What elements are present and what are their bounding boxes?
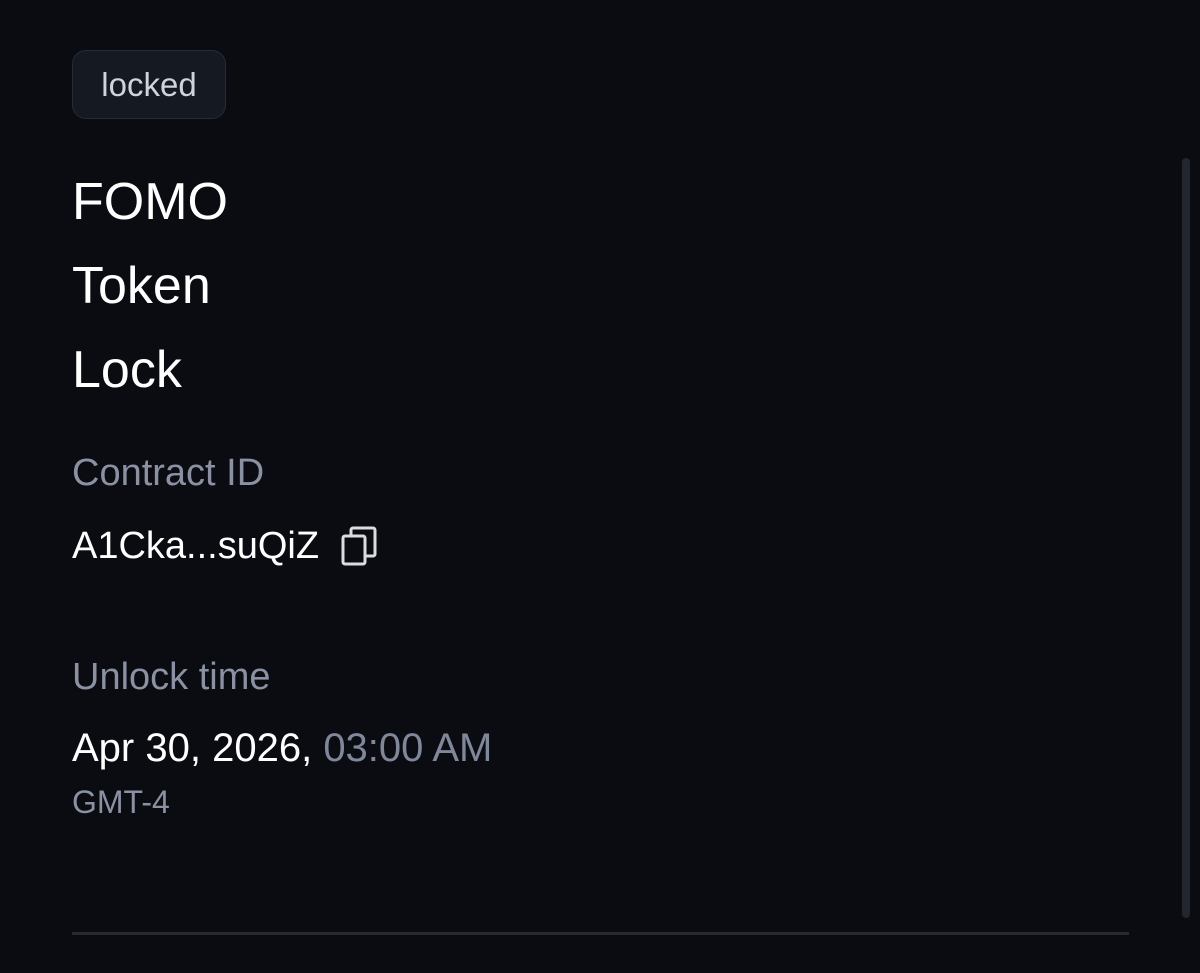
contract-id-label: Contract ID [72, 452, 265, 494]
unlock-date: Apr 30, 2026, [72, 726, 313, 770]
copy-icon[interactable] [339, 524, 379, 568]
title-line: Lock [72, 341, 182, 399]
token-lock-panel: locked FOMO Token Lock Contract ID A1Cka… [0, 0, 1200, 973]
status-badge: locked [72, 50, 226, 119]
title-line: FOMO [72, 173, 228, 231]
scrollbar[interactable] [1182, 158, 1190, 918]
unlock-time: 03:00 AM [323, 726, 493, 770]
page-title: FOMO Token Lock [72, 160, 572, 412]
unlock-time-label: Unlock time [72, 656, 271, 698]
divider [72, 932, 1129, 935]
title-line: Token [72, 257, 211, 315]
contract-id-value: A1Cka...suQiZ [72, 525, 320, 567]
unlock-timezone: GMT-4 [72, 784, 170, 820]
unlock-datetime: Apr 30, 2026, 03:00 AM [72, 724, 492, 772]
contract-id-row: A1Cka...suQiZ [72, 522, 379, 570]
